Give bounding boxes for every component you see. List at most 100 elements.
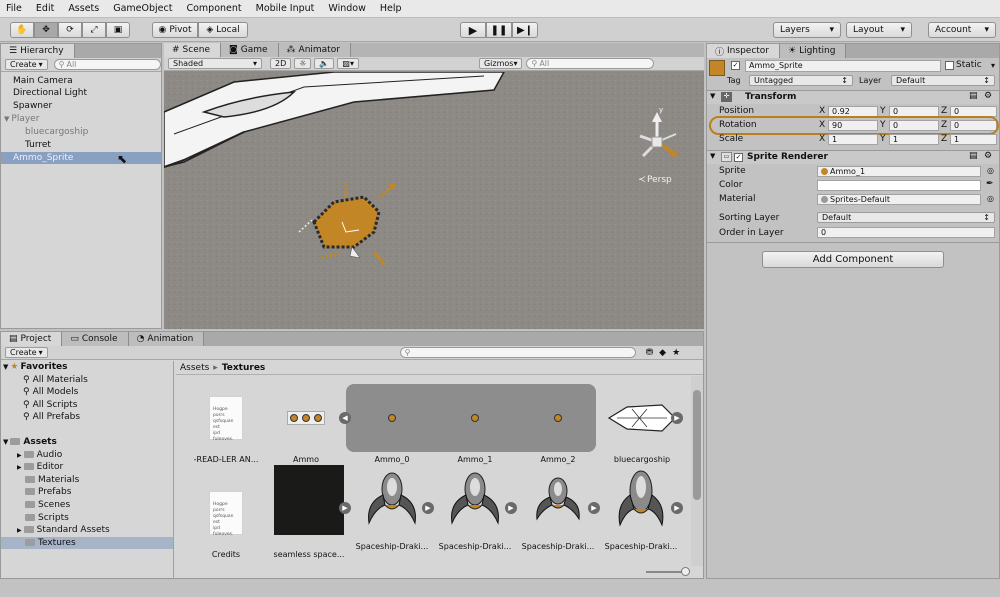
lighting-toggle[interactable]: ☼ (294, 58, 312, 69)
slider-handle[interactable] (681, 567, 690, 576)
hand-tool-button[interactable]: ✋ (10, 22, 34, 38)
sorting-layer-dropdown[interactable]: Default ↕ (817, 212, 995, 223)
layout-dropdown[interactable]: Layout ▾ (846, 22, 912, 38)
menu-assets[interactable]: Assets (68, 3, 99, 14)
sprite-renderer-enabled-checkbox[interactable]: ✓ (734, 153, 743, 162)
gizmos-dropdown[interactable]: Gizmos ▾ (478, 58, 523, 69)
asset-spaceship-3[interactable]: Spaceship-Draki... (518, 465, 598, 551)
pause-button[interactable]: ❚❚ (486, 22, 512, 38)
favorites-header[interactable]: ▼ ★ Favorites (1, 361, 173, 373)
sprite-renderer-header[interactable]: ▼ ▭ ✓ Sprite Renderer ▤ ⚙ (707, 150, 999, 164)
hierarchy-item-spawner[interactable]: Spawner (1, 100, 161, 112)
expand-arrow-icon[interactable]: ▶ (422, 502, 434, 514)
hierarchy-item-player[interactable]: ▼ Player (1, 113, 161, 125)
menu-gameobject[interactable]: GameObject (113, 3, 172, 14)
asset-readme[interactable]: Hogpe porrs qsfsquan est ipd fuleoves. -… (186, 396, 266, 464)
scale-z-field[interactable]: 1 (950, 134, 997, 145)
asset-spaceship-4[interactable]: Spaceship-Draki... (601, 465, 681, 551)
asset-bluecargoship[interactable]: bluecargoship (602, 396, 682, 464)
persp-label[interactable]: Persp (647, 175, 672, 185)
hierarchy-item-directional-light[interactable]: Directional Light (1, 87, 161, 99)
asset-spaceship-1[interactable]: Spaceship-Draki... (352, 465, 432, 551)
create-dropdown[interactable]: Create ▾ (5, 59, 48, 70)
expand-arrow-icon[interactable]: ▶ (505, 502, 517, 514)
scrollbar-thumb[interactable] (693, 390, 701, 500)
help-book-icon[interactable]: ▤ (969, 91, 978, 101)
tab-scene[interactable]: # Scene (164, 43, 221, 57)
favorite-all-scripts[interactable]: ⚲ All Scripts (1, 399, 173, 411)
favorite-all-models[interactable]: ⚲ All Models (1, 386, 173, 398)
tab-inspector[interactable]: ⓘ Inspector (707, 44, 780, 58)
local-toggle[interactable]: ◈ Local (198, 22, 248, 38)
audio-toggle[interactable]: 🔈 (314, 58, 335, 69)
folder-audio[interactable]: ▶ Audio (1, 449, 173, 461)
effects-dropdown[interactable]: ▨ ▾ (337, 58, 359, 69)
help-book-icon[interactable]: ▤ (969, 151, 978, 161)
favorite-star-icon[interactable]: ★ (672, 348, 680, 358)
2d-toggle[interactable]: 2D (270, 58, 292, 69)
scene-viewport[interactable]: y Persp ≺ (164, 72, 704, 329)
asset-seamless-space[interactable]: seamless space... (269, 465, 349, 559)
static-checkbox[interactable] (945, 61, 954, 70)
active-checkbox[interactable]: ✓ (731, 61, 740, 70)
asset-credits[interactable]: Hogpe porrs qsfsquan est ipd fuleoves. C… (186, 491, 266, 559)
collapse-arrow-icon[interactable]: ◀ (339, 412, 351, 424)
material-field[interactable]: Sprites-Default (817, 194, 981, 205)
axis-z-label[interactable]: Z (941, 106, 947, 116)
color-swatch[interactable] (817, 180, 981, 191)
folder-textures[interactable]: Textures (1, 537, 173, 549)
scale-y-field[interactable]: 1 (889, 134, 939, 145)
scale-tool-button[interactable]: ⤢ (82, 22, 106, 38)
folder-standard-assets[interactable]: ▶ Standard Assets (1, 524, 173, 536)
layer-dropdown[interactable]: Default ↕ (891, 75, 995, 86)
axis-y-label[interactable]: Y (880, 106, 886, 116)
add-component-button[interactable]: Add Component (762, 251, 944, 268)
menu-window[interactable]: Window (328, 3, 365, 14)
filter-type-icon[interactable]: ⛃ (646, 348, 654, 358)
tab-animation[interactable]: ◔ Animation (128, 332, 205, 346)
expand-arrow-icon[interactable]: ▶ (588, 502, 600, 514)
gear-icon[interactable]: ⚙ (984, 151, 992, 161)
folder-scenes[interactable]: Scenes (1, 499, 173, 511)
object-picker-icon[interactable]: ◎ (987, 194, 994, 203)
move-tool-button[interactable]: ✥ (34, 22, 58, 38)
axis-x-label[interactable]: X (819, 134, 825, 144)
asset-ammo[interactable]: Ammo (266, 396, 346, 464)
assets-header[interactable]: ▼ Assets (1, 436, 173, 448)
gear-icon[interactable]: ⚙ (984, 91, 992, 101)
sprite-field[interactable]: Ammo_1 (817, 166, 981, 177)
expand-arrow-icon[interactable]: ▶ (671, 502, 683, 514)
asset-ammo-0[interactable]: Ammo_0 (352, 396, 432, 464)
hierarchy-item-turret[interactable]: Turret (1, 139, 161, 151)
chevron-down-icon[interactable]: ▾ (991, 61, 995, 70)
scene-search-input[interactable]: ⚲ All (526, 58, 655, 69)
axis-y-label[interactable]: Y (880, 134, 886, 144)
folder-prefabs[interactable]: Prefabs (1, 486, 173, 498)
hierarchy-item-main-camera[interactable]: Main Camera (1, 75, 161, 87)
asset-ammo-1[interactable]: Ammo_1 (435, 396, 515, 464)
asset-grid-scrollbar[interactable] (691, 376, 703, 566)
asset-spaceship-2[interactable]: Spaceship-Draki... (435, 465, 515, 551)
axis-x-label[interactable]: X (819, 106, 825, 116)
menu-component[interactable]: Component (186, 3, 241, 14)
tab-lighting[interactable]: ☀ Lighting (780, 44, 847, 58)
expand-arrow-icon[interactable]: ▶ (671, 412, 683, 424)
folder-editor[interactable]: ▶ Editor (1, 461, 173, 473)
tab-hierarchy[interactable]: ☰ Hierarchy (1, 44, 75, 58)
project-search-input[interactable]: ⚲ (399, 347, 636, 358)
scale-x-field[interactable]: 1 (828, 134, 878, 145)
order-in-layer-field[interactable]: 0 (817, 227, 995, 238)
tag-dropdown[interactable]: Untagged ↕ (749, 75, 853, 86)
step-button[interactable]: ▶❙ (512, 22, 538, 38)
tab-game[interactable]: ◙ Game (221, 43, 279, 57)
play-button[interactable]: ▶ (460, 22, 486, 38)
folder-scripts[interactable]: Scripts (1, 512, 173, 524)
favorite-all-materials[interactable]: ⚲ All Materials (1, 374, 173, 386)
tab-animator[interactable]: ⁂ Animator (278, 43, 351, 57)
menu-help[interactable]: Help (380, 3, 402, 14)
hierarchy-search-input[interactable]: ⚲ All (53, 59, 161, 70)
eyedropper-icon[interactable]: ✒ (986, 179, 994, 189)
tab-console[interactable]: ▭ Console (62, 332, 129, 346)
hierarchy-item-ammo-sprite[interactable]: Ammo_Sprite (1, 152, 161, 164)
breadcrumb-assets[interactable]: Assets (180, 363, 209, 373)
